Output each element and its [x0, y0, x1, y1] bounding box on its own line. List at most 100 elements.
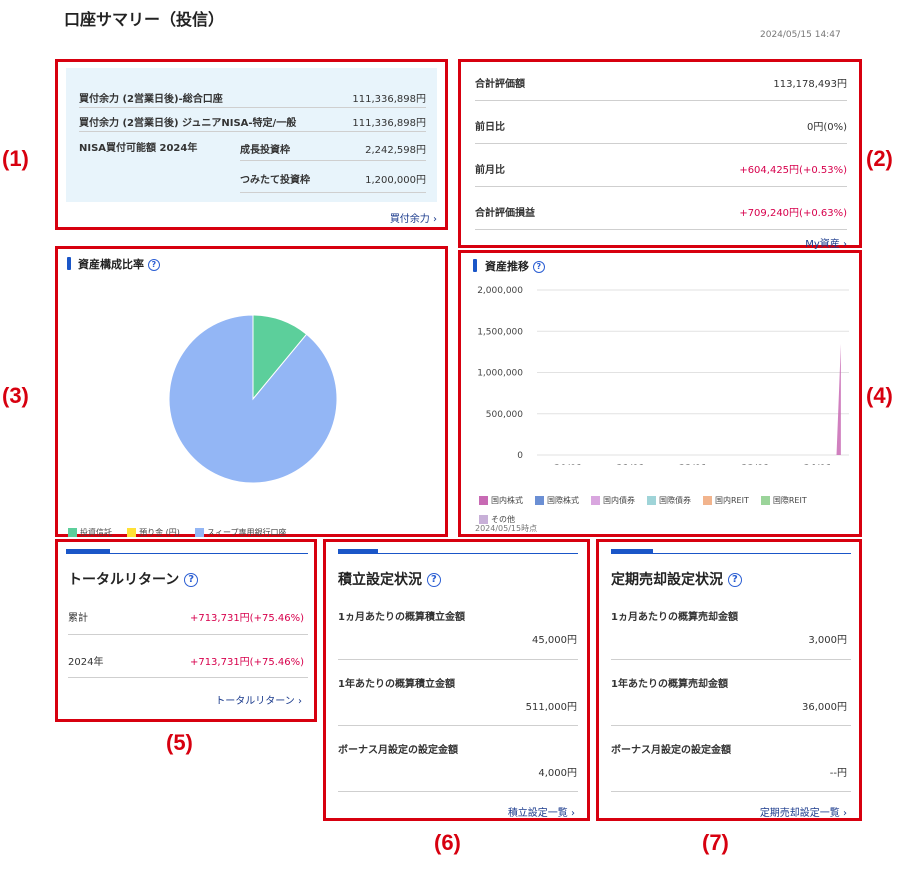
page-title: 口座サマリー（投信）: [64, 10, 225, 29]
y-tick-label: 1,000,000: [477, 369, 523, 379]
accumulation-list-link-label: 積立設定一覧: [507, 808, 568, 819]
total-return-title: トータルリターン ?: [68, 569, 199, 589]
buying-power-link[interactable]: 買付余力 ›: [390, 210, 437, 225]
yearly-accumulation-label: 1年あたりの概算積立金額: [338, 679, 455, 690]
divider: [68, 634, 308, 635]
divider: [475, 143, 847, 144]
asset-trend-title-text: 資産推移: [485, 260, 529, 273]
day-change-label: 前日比: [475, 122, 505, 133]
my-assets-link-label: My資産: [805, 239, 840, 250]
legend-item: 国内株式: [479, 495, 523, 506]
x-tick-label: 24/01: [804, 464, 832, 465]
total-pl-value: +709,240円(+0.63%): [739, 208, 847, 219]
buying-power-general-label: 買付余力 (2営業日後)-総合口座: [79, 94, 223, 105]
legend-swatch: [760, 496, 770, 505]
monthly-sale-label: 1ヵ月あたりの概算売却金額: [611, 612, 738, 623]
y-tick-label: 1,500,000: [477, 327, 523, 337]
legend-swatch: [703, 496, 712, 505]
legend-label: 国内債券: [603, 496, 635, 505]
legend-item: 国際株式: [535, 495, 579, 506]
periodic-sale-title-text: 定期売却設定状況: [611, 572, 723, 588]
section-rule: [66, 553, 308, 554]
section-rule: [338, 553, 578, 554]
year-2024-value: +713,731円(+75.46%): [189, 657, 304, 668]
chevron-right-icon: ›: [571, 808, 575, 819]
periodic-sale-list-link[interactable]: 定期売却設定一覧 ›: [760, 804, 847, 819]
marker-4: (4): [866, 383, 893, 408]
day-change-value: 0円(0%): [806, 122, 847, 133]
legend-label: 国際REIT: [772, 496, 807, 505]
legend-label: 投資信託: [80, 528, 112, 537]
asset-trend-legend: 国内株式 国際株式 国内債券 国際債券 国内REIT 国際REITその他: [479, 488, 849, 526]
bonus-accumulation-value: 4,000円: [538, 768, 577, 779]
divider: [475, 186, 847, 187]
chevron-right-icon: ›: [843, 239, 847, 250]
month-change-label: 前月比: [475, 165, 505, 176]
total-valuation-label: 合計評価額: [475, 79, 525, 90]
buying-power-link-label: 買付余力: [389, 214, 430, 225]
area-series: [836, 343, 841, 455]
y-tick-label: 500,000: [486, 410, 523, 420]
periodic-sale-title: 定期売却設定状況 ?: [611, 569, 742, 589]
chevron-right-icon: ›: [433, 214, 437, 225]
nisa-limit-label: NISA買付可能額 2024年: [79, 143, 198, 154]
legend-item: 国際REIT: [760, 495, 807, 506]
composition-title: 資産構成比率 ?: [78, 256, 160, 272]
legend-item: 国内REIT: [703, 495, 749, 506]
help-icon[interactable]: ?: [532, 261, 545, 273]
total-return-link[interactable]: トータルリターン ›: [215, 692, 302, 707]
divider: [68, 677, 308, 678]
divider: [79, 107, 426, 108]
divider: [79, 131, 426, 132]
marker-7: (7): [702, 830, 729, 855]
tsumitate-frame-label: つみたて投資枠: [240, 175, 310, 186]
monthly-accumulation-value: 45,000円: [532, 635, 577, 646]
bonus-accumulation-label: ボーナス月設定の設定金額: [338, 745, 458, 756]
legend-item: 預り金 (円): [127, 528, 180, 537]
cumulative-label: 累計: [68, 613, 88, 624]
update-timestamp: 2024/05/15 14:47: [760, 30, 841, 40]
legend-label: スィープ専用銀行口座: [206, 528, 287, 537]
marker-6: (6): [434, 830, 461, 855]
yearly-accumulation-value: 511,000円: [525, 702, 577, 713]
marker-3: (3): [2, 383, 29, 408]
legend-item: 投資信託: [68, 528, 112, 537]
legend-label: 預り金 (円): [139, 528, 180, 537]
total-return-link-label: トータルリターン: [215, 696, 295, 707]
divider: [240, 160, 426, 161]
asset-trend-chart: 2,000,000 1,500,000 1,000,000 500,000 0 20/01…: [477, 286, 849, 465]
legend-swatch: [127, 528, 137, 537]
bonus-sale-label: ボーナス月設定の設定金額: [611, 745, 731, 756]
legend-swatch: [194, 528, 204, 537]
help-icon[interactable]: ?: [727, 573, 742, 587]
accumulation-list-link[interactable]: 積立設定一覧 ›: [508, 804, 575, 819]
legend-swatch: [535, 496, 544, 505]
help-icon[interactable]: ?: [426, 573, 441, 587]
total-return-title-text: トータルリターン: [68, 572, 180, 588]
pie-slice: [168, 314, 338, 484]
y-tick-label: 0: [517, 451, 523, 461]
x-tick-label: 23/01: [741, 464, 769, 465]
composition-panel: 資産構成比率 ? 投資信託 預り金 (円) スィープ専用銀行口座: [55, 246, 448, 537]
my-assets-link[interactable]: My資産 ›: [805, 235, 847, 250]
buying-power-panel: 買付余力 (2営業日後)-総合口座 111,336,898円 買付余力 (2営業…: [55, 59, 448, 230]
bonus-sale-value: --円: [829, 768, 847, 779]
composition-legend: 投資信託 預り金 (円) スィープ専用銀行口座: [68, 520, 287, 539]
divider: [240, 192, 426, 193]
section-accent: [473, 259, 477, 272]
periodic-sale-panel: 定期売却設定状況 ? 1ヵ月あたりの概算売却金額 3,000円 1年あたりの概算…: [596, 539, 862, 821]
valuation-panel: 合計評価額 113,178,493円 前日比 0円(0%) 前月比 +604,4…: [458, 59, 862, 250]
legend-swatch: [647, 496, 656, 505]
marker-5: (5): [166, 730, 193, 755]
monthly-sale-value: 3,000円: [808, 635, 847, 646]
monthly-accumulation-label: 1ヵ月あたりの概算積立金額: [338, 612, 465, 623]
help-icon[interactable]: ?: [184, 573, 199, 587]
legend-item: 国内債券: [591, 495, 635, 506]
divider: [611, 791, 851, 792]
divider: [475, 229, 847, 230]
cumulative-value: +713,731円(+75.46%): [189, 613, 304, 624]
marker-2: (2): [866, 146, 893, 171]
chevron-right-icon: ›: [298, 696, 302, 707]
legend-swatch: [68, 528, 77, 537]
help-icon[interactable]: ?: [147, 259, 160, 271]
